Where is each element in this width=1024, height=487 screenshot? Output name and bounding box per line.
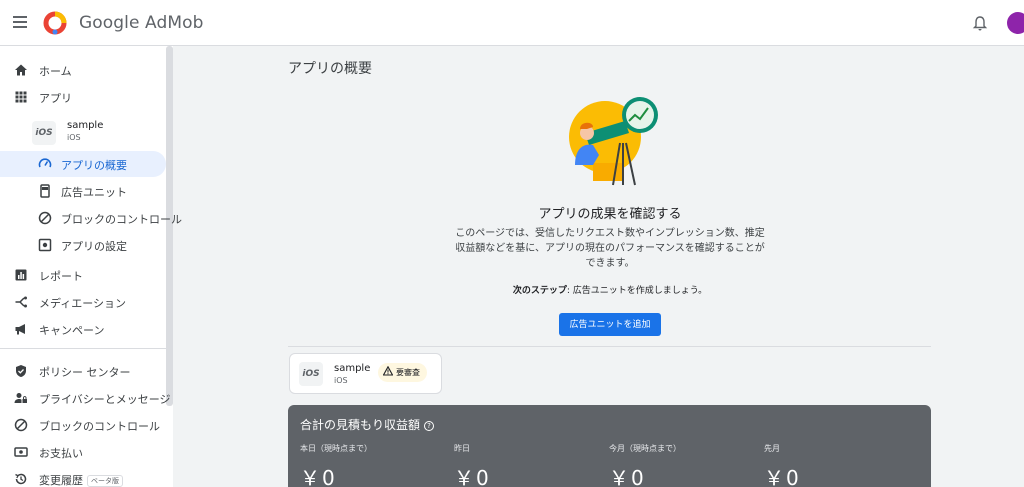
sidebar: ホーム アプリ iOS sample iOS アプリの概要 広告ユニット ブロッ… [0,46,182,487]
earnings-period-label: 本日（現時点まで） [300,444,372,453]
warning-icon [383,366,393,376]
top-app-bar: Google AdMob [0,0,1024,46]
app-card-name: sample [334,363,371,374]
earnings-value: ￥0 [764,466,801,487]
megaphone-icon [15,324,25,335]
section-divider [288,346,931,347]
sidebar-item-reports[interactable]: レポート [0,262,166,288]
earnings-last-month: 先月 ￥0 [764,443,914,487]
earnings-today: 本日（現時点まで） ￥0 [300,443,450,487]
earnings-period-label: 今月（現時点まで） [609,444,681,453]
sidebar-item-label: 変更履歴 ベータ版 [39,472,123,487]
hero-description: このページでは、受信したリクエスト数やインプレッション数、推定収益額などを基に、… [455,228,765,269]
brand-name: Google AdMob [79,13,204,33]
sidebar-item-label: アプリの設定 [61,240,127,253]
ios-app-icon: iOS [299,362,323,386]
sidebar-item-ad-units[interactable]: 広告ユニット [0,178,166,204]
sidebar-item-label: メディエーション [39,297,127,310]
review-required-badge[interactable]: 要審査 [378,363,427,382]
page-title: アプリの概要 [288,61,372,77]
history-icon [15,473,27,485]
hamburger-menu-icon[interactable] [13,16,27,28]
add-ad-unit-button[interactable]: 広告ユニットを追加 [559,313,661,336]
help-icon[interactable]: ? [424,421,435,431]
phone-icon [40,184,50,198]
app-settings-icon [38,238,52,252]
account-avatar[interactable] [1007,12,1024,34]
sidebar-app-selector[interactable]: iOS sample iOS [32,118,162,148]
block-icon [14,418,28,432]
earnings-title: 合計の見積もり収益額? [300,416,435,433]
next-step-detail: : 広告ユニットを作成しましょう。 [566,286,708,296]
sidebar-item-label: ホーム [39,65,72,78]
sidebar-item-app-settings[interactable]: アプリの設定 [0,232,166,258]
next-step-text: 次のステップ: 広告ユニットを作成しましょう。 [380,283,840,296]
sidebar-item-label: レポート [39,270,83,283]
sidebar-item-label: ブロックのコントロール [61,213,182,226]
sidebar-item-policy-center[interactable]: ポリシー センター [0,358,166,384]
sidebar-item-apps[interactable]: アプリ [0,84,166,110]
estimated-earnings-card: 合計の見積もり収益額? 本日（現時点まで） ￥0 昨日 ￥0 今月（現時点まで）… [288,405,931,487]
sidebar-item-privacy-messaging[interactable]: プライバシーとメッセージ [0,385,171,411]
apps-grid-icon [15,91,27,103]
earnings-yesterday: 昨日 ￥0 [454,443,604,487]
sidebar-item-block-controls[interactable]: ブロックのコントロール [0,412,166,438]
earnings-period-label: 先月 [764,444,780,453]
sidebar-item-change-history[interactable]: 変更履歴 ベータ版 [0,466,166,487]
sidebar-item-label: キャンペーン [39,324,105,337]
earnings-period-label: 昨日 [454,444,470,453]
beta-badge: ベータ版 [87,475,123,487]
hero-title: アプリの成果を確認する [538,207,682,222]
sidebar-item-label: お支払い [39,447,83,460]
sidebar-item-label: 広告ユニット [61,186,127,199]
sidebar-item-label: アプリの概要 [61,159,127,172]
reports-chart-icon [15,269,27,281]
sidebar-item-mediation[interactable]: メディエーション [0,289,166,315]
notification-bell-icon[interactable] [972,15,988,32]
telescope-illustration [569,97,658,186]
sidebar-item-label: プライバシーとメッセージ [39,393,171,406]
block-icon [38,211,52,225]
earnings-this-month: 今月（現時点まで） ￥0 [609,443,759,487]
earnings-title-text: 合計の見積もり収益額 [300,418,421,432]
sidebar-item-home[interactable]: ホーム [0,57,166,83]
app-card-platform: iOS [334,376,348,385]
admob-logo-icon [43,11,67,35]
sidebar-divider [0,348,166,349]
earnings-value: ￥0 [609,466,646,487]
app-name: sample [67,120,104,131]
earnings-value: ￥0 [454,466,491,487]
ios-app-icon: iOS [32,121,56,145]
app-platform: iOS [67,133,81,142]
payments-icon [14,447,28,457]
sidebar-item-app-overview[interactable]: アプリの概要 [0,151,166,177]
next-step-label: 次のステップ [512,286,567,296]
mediation-icon [15,296,27,308]
home-icon [15,64,27,76]
sidebar-item-app-block-controls[interactable]: ブロックのコントロール [0,205,182,231]
sidebar-item-label: ポリシー センター [39,366,131,379]
gauge-icon [38,158,52,168]
sidebar-item-payments[interactable]: お支払い [0,439,166,465]
shield-icon [16,365,26,377]
sidebar-item-label: ブロックのコントロール [39,420,160,433]
earnings-value: ￥0 [300,466,337,487]
privacy-user-icon [14,393,27,403]
sidebar-item-campaigns[interactable]: キャンペーン [0,316,166,342]
change-history-label: 変更履歴 [39,474,83,487]
review-status-label: 要審査 [396,368,420,377]
sidebar-item-label: アプリ [39,92,72,105]
